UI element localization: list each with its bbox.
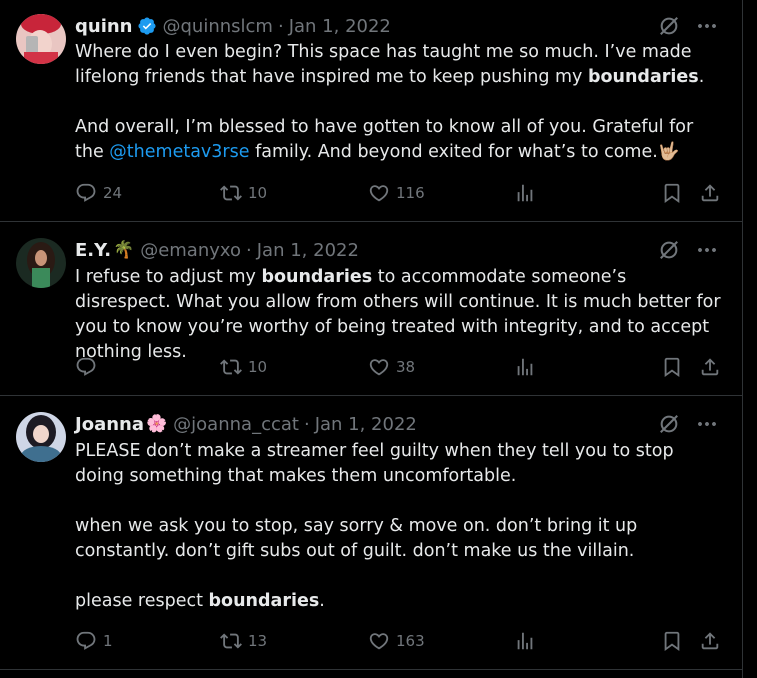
handle[interactable]: @joanna_ccat bbox=[173, 414, 299, 435]
name-emoji: 🌸 bbox=[146, 414, 168, 434]
share-icon bbox=[699, 182, 721, 204]
tweet-text: Where do I even begin? This space has ta… bbox=[75, 42, 705, 162]
avatar[interactable] bbox=[16, 238, 66, 288]
avatar[interactable] bbox=[16, 412, 66, 462]
more-icon[interactable] bbox=[694, 238, 720, 262]
repost-button[interactable]: 10 bbox=[220, 355, 267, 379]
like-button[interactable]: 38 bbox=[368, 355, 415, 379]
grok-icon[interactable] bbox=[658, 239, 680, 261]
tweet-header: E.Y. 🌴 @emanyxo · Jan 1, 2022 bbox=[75, 238, 359, 262]
bookmark-button[interactable] bbox=[661, 181, 683, 205]
separator-dot: · bbox=[277, 15, 284, 37]
like-icon bbox=[368, 356, 390, 378]
tweet-text: I refuse to adjust my boundaries to acco… bbox=[75, 267, 727, 362]
avatar[interactable] bbox=[16, 14, 66, 64]
tweet-header: Joanna 🌸 @joanna_ccat · Jan 1, 2022 bbox=[75, 412, 417, 436]
more-icon[interactable] bbox=[694, 14, 720, 38]
reply-button[interactable]: 1 bbox=[75, 629, 113, 653]
handle[interactable]: @emanyxo bbox=[140, 240, 241, 261]
separator-dot: · bbox=[303, 413, 310, 435]
verified-badge-icon bbox=[137, 17, 156, 35]
like-icon bbox=[368, 182, 390, 204]
views-button[interactable] bbox=[514, 629, 536, 653]
views-icon bbox=[514, 630, 536, 652]
views-icon bbox=[514, 356, 536, 378]
highlight-keyword: boundaries bbox=[261, 267, 373, 287]
tweet-actions: 10 38 bbox=[75, 355, 726, 379]
share-icon bbox=[699, 356, 721, 378]
name-emoji: 🌴 bbox=[113, 240, 135, 260]
like-icon bbox=[368, 630, 390, 652]
bookmark-icon bbox=[661, 630, 683, 652]
bookmark-icon bbox=[661, 182, 683, 204]
highlight-keyword: boundaries bbox=[587, 67, 699, 87]
grok-icon[interactable] bbox=[658, 15, 680, 37]
share-button[interactable] bbox=[699, 629, 721, 653]
timestamp[interactable]: Jan 1, 2022 bbox=[289, 16, 391, 37]
tweet-header: quinn @quinnslcm · Jan 1, 2022 bbox=[75, 14, 391, 38]
tweet-text: PLEASE don’t make a streamer feel guilty… bbox=[75, 441, 680, 611]
reply-button[interactable]: 24 bbox=[75, 181, 122, 205]
views-icon bbox=[514, 182, 536, 204]
repost-button[interactable]: 13 bbox=[220, 629, 267, 653]
more-icon[interactable] bbox=[694, 412, 720, 436]
repost-icon bbox=[220, 630, 242, 652]
share-icon bbox=[699, 630, 721, 652]
tweet-actions: 24 10 116 bbox=[75, 181, 726, 205]
highlight-keyword: boundaries bbox=[208, 591, 320, 611]
grok-icon[interactable] bbox=[658, 413, 680, 435]
share-button[interactable] bbox=[699, 355, 721, 379]
handle[interactable]: @quinnslcm bbox=[163, 16, 273, 37]
reply-icon bbox=[75, 356, 97, 378]
bookmark-button[interactable] bbox=[661, 629, 683, 653]
timestamp[interactable]: Jan 1, 2022 bbox=[257, 240, 359, 261]
share-button[interactable] bbox=[699, 181, 721, 205]
views-button[interactable] bbox=[514, 181, 536, 205]
timestamp[interactable]: Jan 1, 2022 bbox=[315, 414, 417, 435]
like-button[interactable]: 116 bbox=[368, 181, 425, 205]
repost-button[interactable]: 10 bbox=[220, 181, 267, 205]
reply-icon bbox=[75, 630, 97, 652]
tweet-quinn[interactable]: quinn @quinnslcm · Jan 1, 2022 Where do … bbox=[0, 0, 742, 222]
tweet-actions: 1 13 163 bbox=[75, 629, 726, 653]
views-button[interactable] bbox=[514, 355, 536, 379]
mention-link[interactable]: @themetav3rse bbox=[109, 142, 249, 162]
reply-icon bbox=[75, 182, 97, 204]
separator-dot: · bbox=[246, 239, 252, 261]
bookmark-button[interactable] bbox=[661, 355, 683, 379]
repost-icon bbox=[220, 356, 242, 378]
timeline: quinn @quinnslcm · Jan 1, 2022 Where do … bbox=[0, 0, 743, 678]
display-name[interactable]: quinn bbox=[75, 16, 133, 37]
tweet-ey[interactable]: E.Y. 🌴 @emanyxo · Jan 1, 2022 I refuse t… bbox=[0, 222, 742, 396]
display-name[interactable]: E.Y. bbox=[75, 240, 111, 261]
bookmark-icon bbox=[661, 356, 683, 378]
display-name[interactable]: Joanna bbox=[75, 414, 144, 435]
reply-button[interactable] bbox=[75, 355, 103, 379]
like-button[interactable]: 163 bbox=[368, 629, 425, 653]
tweet-joanna[interactable]: Joanna 🌸 @joanna_ccat · Jan 1, 2022 PLEA… bbox=[0, 396, 742, 670]
repost-icon bbox=[220, 182, 242, 204]
